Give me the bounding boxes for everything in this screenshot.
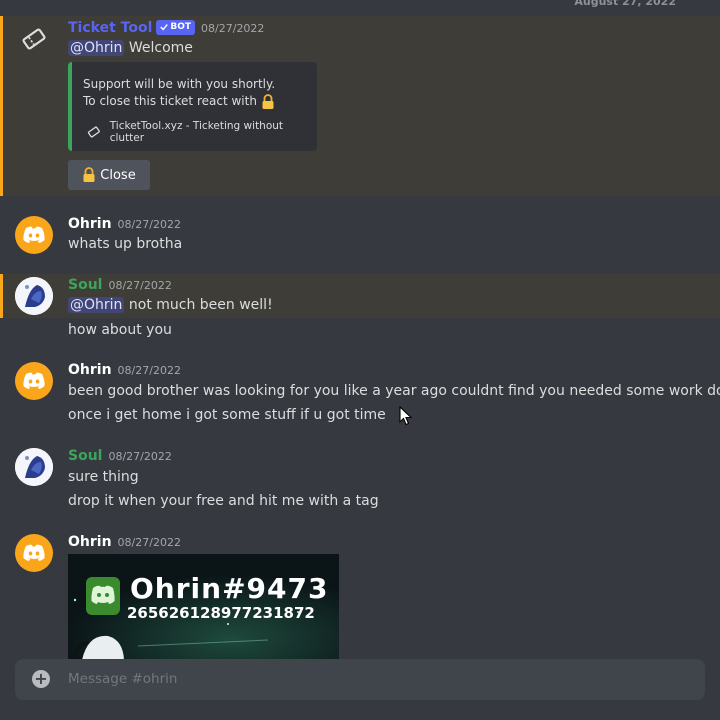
embed-line-with-icon: To close this ticket react with (83, 93, 275, 110)
close-ticket-button[interactable]: Close (68, 160, 150, 190)
message-text: not much been well! (128, 297, 273, 313)
lock-icon (262, 93, 274, 109)
message-text: been good brother was looking for you li… (68, 383, 720, 399)
message-content: @Ohrin not much been well! (68, 297, 273, 313)
author-name[interactable]: Soul (68, 448, 102, 464)
author-name[interactable]: Ohrin (68, 216, 112, 232)
bot-badge-label: BOT (170, 22, 192, 32)
discord-logo-icon[interactable] (15, 216, 53, 254)
plus-icon[interactable]: + (32, 670, 50, 688)
message-input-bar: + Message #ohrin (15, 659, 705, 700)
discord-logo-icon[interactable] (15, 534, 53, 572)
image-attachment[interactable]: Ohrin#9473 265626128977231872 (68, 554, 339, 660)
user-mention[interactable]: @Ohrin (68, 40, 125, 56)
author-name[interactable]: Soul (68, 277, 102, 293)
soul-avatar[interactable] (15, 277, 53, 315)
author-name[interactable]: Ohrin (68, 362, 112, 378)
embed-footer: TicketTool.xyz - Ticketing without clutt… (86, 120, 317, 144)
embed-footer-text[interactable]: TicketTool.xyz - Ticketing without clutt… (110, 120, 317, 144)
image-title: Ohrin#9473 (130, 572, 329, 605)
message-ticket-tool: Ticket Tool BOT 08/27/2022 @Ohrin Welcom… (0, 16, 720, 196)
message-text: Welcome (128, 40, 193, 56)
timestamp: 08/27/2022 (117, 536, 181, 549)
message-text: whats up brotha (68, 236, 183, 252)
message-content: @Ohrin Welcome (68, 40, 193, 56)
soul-avatar[interactable] (15, 448, 53, 486)
message-soul: Soul 08/27/2022 sure thing drop it when … (0, 442, 720, 516)
bot-badge: BOT (156, 19, 196, 35)
message-text: drop it when your free and hit me with a… (68, 493, 379, 509)
embed-line: Support will be with you shortly. (83, 77, 276, 91)
embed: Support will be with you shortly. To clo… (68, 62, 317, 151)
message-ohrin: Ohrin 08/27/2022 whats up brotha (0, 210, 720, 260)
user-mention[interactable]: @Ohrin (68, 297, 125, 313)
timestamp: 08/27/2022 (201, 22, 265, 35)
author-name[interactable]: Ticket Tool (68, 20, 152, 36)
message-text: sure thing (68, 469, 139, 485)
timestamp: 08/27/2022 (108, 450, 172, 463)
date-divider: August 27, 2022 (574, 0, 676, 8)
check-icon (160, 24, 169, 31)
message-text: how about you (68, 322, 172, 338)
timestamp: 08/27/2022 (117, 364, 181, 377)
embed-description: Support will be with you shortly. To clo… (83, 76, 275, 110)
author-name[interactable]: Ohrin (68, 534, 112, 550)
timestamp: 08/27/2022 (108, 279, 172, 292)
timestamp: 08/27/2022 (117, 218, 181, 231)
message-input[interactable]: Message #ohrin (68, 671, 177, 687)
lock-icon (83, 167, 95, 182)
image-id: 265626128977231872 (127, 604, 315, 622)
top-strip: August 27, 2022 (0, 0, 720, 16)
ticket-icon[interactable] (15, 20, 53, 58)
message-soul-mention: Soul 08/27/2022 @Ohrin not much been wel… (0, 274, 720, 318)
message-ohrin: Ohrin 08/27/2022 been good brother was l… (0, 356, 720, 430)
mouse-cursor-icon (399, 406, 413, 426)
close-button-label: Close (100, 167, 136, 183)
embed-line: To close this ticket react with (83, 94, 257, 108)
message-text: once i get home i got some stuff if u go… (68, 407, 386, 423)
discord-logo-icon[interactable] (15, 362, 53, 400)
tickettool-icon (86, 124, 102, 140)
